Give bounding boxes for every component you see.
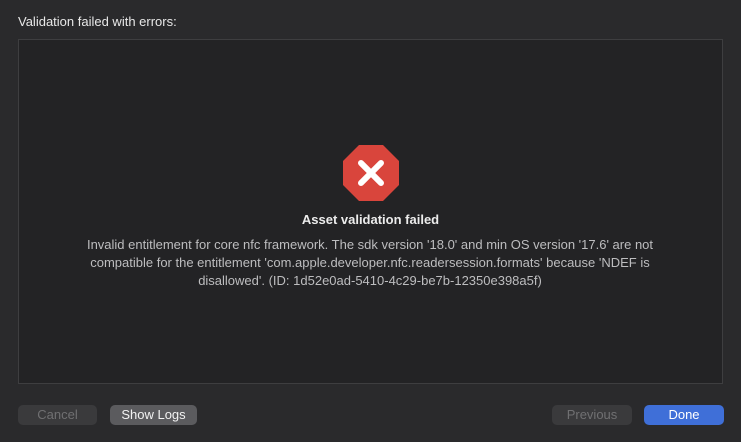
dialog-header: Validation failed with errors: <box>18 14 177 29</box>
error-title: Asset validation failed <box>301 212 440 227</box>
show-logs-button[interactable]: Show Logs <box>110 405 197 425</box>
done-button[interactable]: Done <box>644 405 724 425</box>
validation-dialog: Validation failed with errors: Asset val… <box>0 0 741 442</box>
error-description: Invalid entitlement for core nfc framewo… <box>86 237 654 288</box>
cancel-button[interactable]: Cancel <box>18 405 97 425</box>
error-octagon-icon <box>342 144 400 202</box>
previous-button[interactable]: Previous <box>552 405 632 425</box>
